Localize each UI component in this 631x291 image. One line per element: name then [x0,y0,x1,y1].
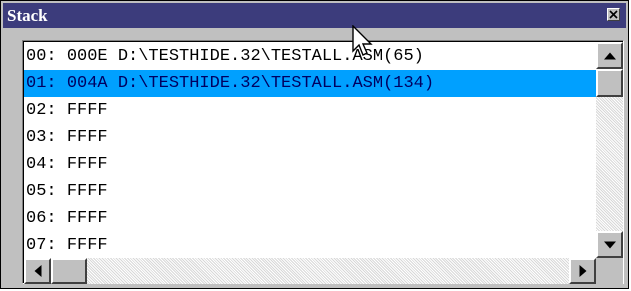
stack-list-frame: 00: 000E D:\TESTHIDE.32\TESTALL.ASM(65) 0… [22,40,624,284]
stack-window: Stack 00: 000E D:\TESTHIDE.32\TESTALL.AS… [0,0,629,289]
horizontal-scrollbar[interactable] [24,258,596,284]
window-title: Stack [7,6,48,25]
scrollbar-corner [596,258,623,284]
mouse-pointer-icon [352,25,373,56]
stack-row-index: 02: [26,101,57,120]
vertical-scroll-thumb[interactable] [596,69,623,97]
stack-row[interactable]: 00: 000E D:\TESTHIDE.32\TESTALL.ASM(65) [24,43,596,70]
scroll-up-button[interactable] [596,42,623,69]
stack-row-index: 03: [26,128,57,147]
arrow-right-icon [579,265,586,277]
stack-row-index: 07: [26,236,57,255]
close-icon [609,10,618,19]
stack-row-index: 04: [26,155,57,174]
stack-row-value: 004A D:\TESTHIDE.32\TESTALL.ASM(134) [66,74,435,93]
close-button[interactable] [607,8,620,21]
stack-row-index: 06: [26,209,57,228]
arrow-left-icon [34,265,41,277]
stack-row-index: 00: [26,47,57,66]
arrow-up-icon [603,52,616,59]
scroll-right-button[interactable] [569,258,596,284]
arrow-down-icon [603,241,616,248]
stack-row[interactable]: 03: FFFF [24,124,596,151]
horizontal-scroll-thumb[interactable] [51,258,87,284]
stack-row-value: FFFF [66,209,108,228]
stack-row[interactable]: 05: FFFF [24,178,596,205]
scroll-left-button[interactable] [24,258,51,284]
stack-row[interactable]: 07: FFFF [24,232,596,258]
stack-list[interactable]: 00: 000E D:\TESTHIDE.32\TESTALL.ASM(65) 0… [24,42,596,258]
stack-row[interactable]: 02: FFFF [24,97,596,124]
stack-row-value: FFFF [66,236,108,255]
stack-row-index: 01: [26,74,57,93]
stack-row[interactable]: 04: FFFF [24,151,596,178]
stack-row-index: 05: [26,182,57,201]
scroll-down-button[interactable] [596,231,623,258]
vertical-scrollbar[interactable] [596,42,623,258]
stack-row-value: FFFF [66,155,108,174]
stack-row[interactable]: 06: FFFF [24,205,596,232]
stack-list-border: 00: 000E D:\TESTHIDE.32\TESTALL.ASM(65) 0… [23,41,623,284]
stack-row-value: FFFF [66,128,108,147]
title-bar[interactable]: Stack [3,3,626,28]
stack-row-value: FFFF [66,101,108,120]
stack-row-value: FFFF [66,182,108,201]
stack-row[interactable]: 01: 004A D:\TESTHIDE.32\TESTALL.ASM(134) [24,70,596,97]
